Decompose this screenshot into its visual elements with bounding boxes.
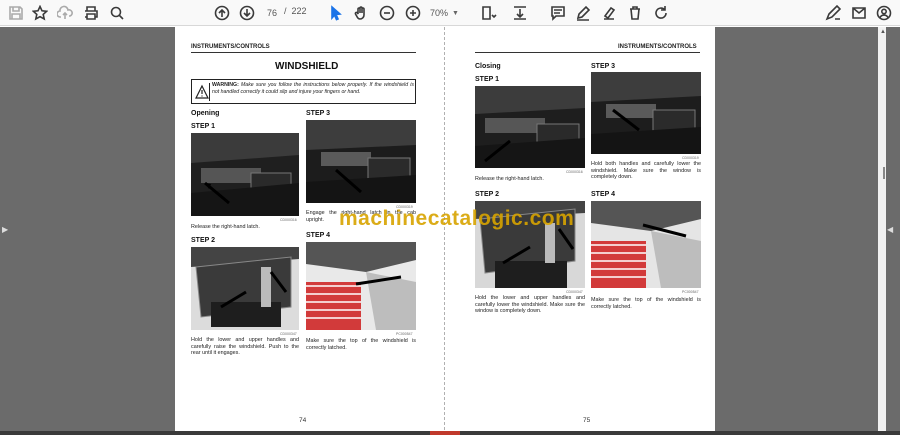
scrollbar-thumb[interactable] [883,167,885,179]
image-code: CD000316 [566,170,583,174]
vertical-scrollbar[interactable] [878,27,886,435]
scroll-up-icon[interactable]: ▲ [880,29,886,35]
account-avatar-icon[interactable] [874,3,894,23]
step-caption: Hold both handles and carefully lower th… [591,161,701,180]
step-heading: STEP 2 [475,191,499,198]
step1-photo [475,86,585,168]
step-heading: STEP 3 [306,110,330,117]
sign-pen-icon[interactable] [823,3,843,23]
step-caption: Hold the lower and upper handles and car… [191,337,299,356]
scroll-mode-icon[interactable] [510,3,530,23]
step-caption: Make sure the top of the windshield is c… [306,338,416,351]
page-number: 75 [583,417,591,424]
image-code: PC000547 [396,332,413,336]
print-icon[interactable] [81,3,101,23]
zoom-out-icon[interactable] [377,3,397,23]
zoom-in-icon[interactable] [403,3,423,23]
delete-trash-icon[interactable] [625,3,645,23]
upload-cloud-icon[interactable] [55,3,75,23]
step4-photo [591,201,701,288]
image-code: CD000316 [280,218,297,222]
previous-page-icon[interactable] [212,3,232,23]
step-heading: STEP 4 [306,232,330,239]
step-heading: STEP 1 [475,76,499,83]
image-code: CD000347 [280,332,297,336]
rotate-icon[interactable] [651,3,671,23]
search-zoom-icon[interactable] [107,3,127,23]
step-caption: Release the right-hand latch. [475,176,544,182]
image-code: PC000547 [682,290,699,294]
collapse-right-icon[interactable]: ◀ [887,225,893,234]
header-rule [475,52,700,53]
step-caption: Hold the lower and upper handles and car… [475,295,585,314]
step-heading: STEP 4 [591,191,615,198]
page-header: INSTRUMENTS/CONTROLS [618,44,697,50]
step1-photo [191,133,299,216]
step2-photo [191,247,299,330]
warning-box: WARNING: Make sure you follow the instru… [191,79,416,104]
page-74: INSTRUMENTS/CONTROLS WINDSHIELD WARNING:… [175,27,445,435]
header-rule [191,52,416,53]
page-number-input[interactable] [262,5,282,21]
step-heading: STEP 2 [191,237,215,244]
watermark-text: machinecatalogic.com [339,207,575,230]
page-75: INSTRUMENTS/CONTROLS Closing STEP 1 CD00… [445,27,715,435]
comment-icon[interactable] [548,3,568,23]
bookmark-star-icon[interactable] [30,3,50,23]
page-header: INSTRUMENTS/CONTROLS [191,44,270,50]
section-heading: Closing [475,63,501,70]
image-code: CD000319 [682,156,699,160]
warning-text: WARNING: Make sure you follow the instru… [212,82,414,95]
pdf-spread: INSTRUMENTS/CONTROLS WINDSHIELD WARNING:… [175,27,715,435]
step4-photo [306,242,416,330]
next-page-icon[interactable] [237,3,257,23]
step3-photo [306,120,416,203]
page-title: WINDSHIELD [275,61,339,72]
email-icon[interactable] [849,3,869,23]
collapse-left-icon[interactable]: ▶ [2,225,8,234]
warning-triangle-icon [194,83,210,101]
pdf-toolbar: / 222 70%▼ [0,0,900,26]
document-viewer[interactable]: ▶ ◀ ▲ INSTRUMENTS/CONTROLS WINDSHIELD WA… [0,27,900,435]
step-caption: Release the right-hand latch. [191,224,260,230]
save-icon[interactable] [6,3,26,23]
pen-icon[interactable] [573,3,593,23]
section-heading: Opening [191,110,220,117]
page-count-label: / 222 [284,6,307,16]
step3-photo [591,72,701,154]
fit-page-icon[interactable] [479,3,499,23]
highlight-icon[interactable] [599,3,619,23]
zoom-level-select[interactable]: 70% ▼ [430,5,466,21]
step-caption: Make sure the top of the windshield is c… [591,297,701,310]
status-bar-accent [430,431,460,435]
step-heading: STEP 3 [591,63,615,70]
hand-tool-icon[interactable] [351,3,371,23]
select-cursor-icon[interactable] [326,3,346,23]
page-number: 74 [299,417,307,424]
step-heading: STEP 1 [191,123,215,130]
image-code: CD000347 [566,290,583,294]
